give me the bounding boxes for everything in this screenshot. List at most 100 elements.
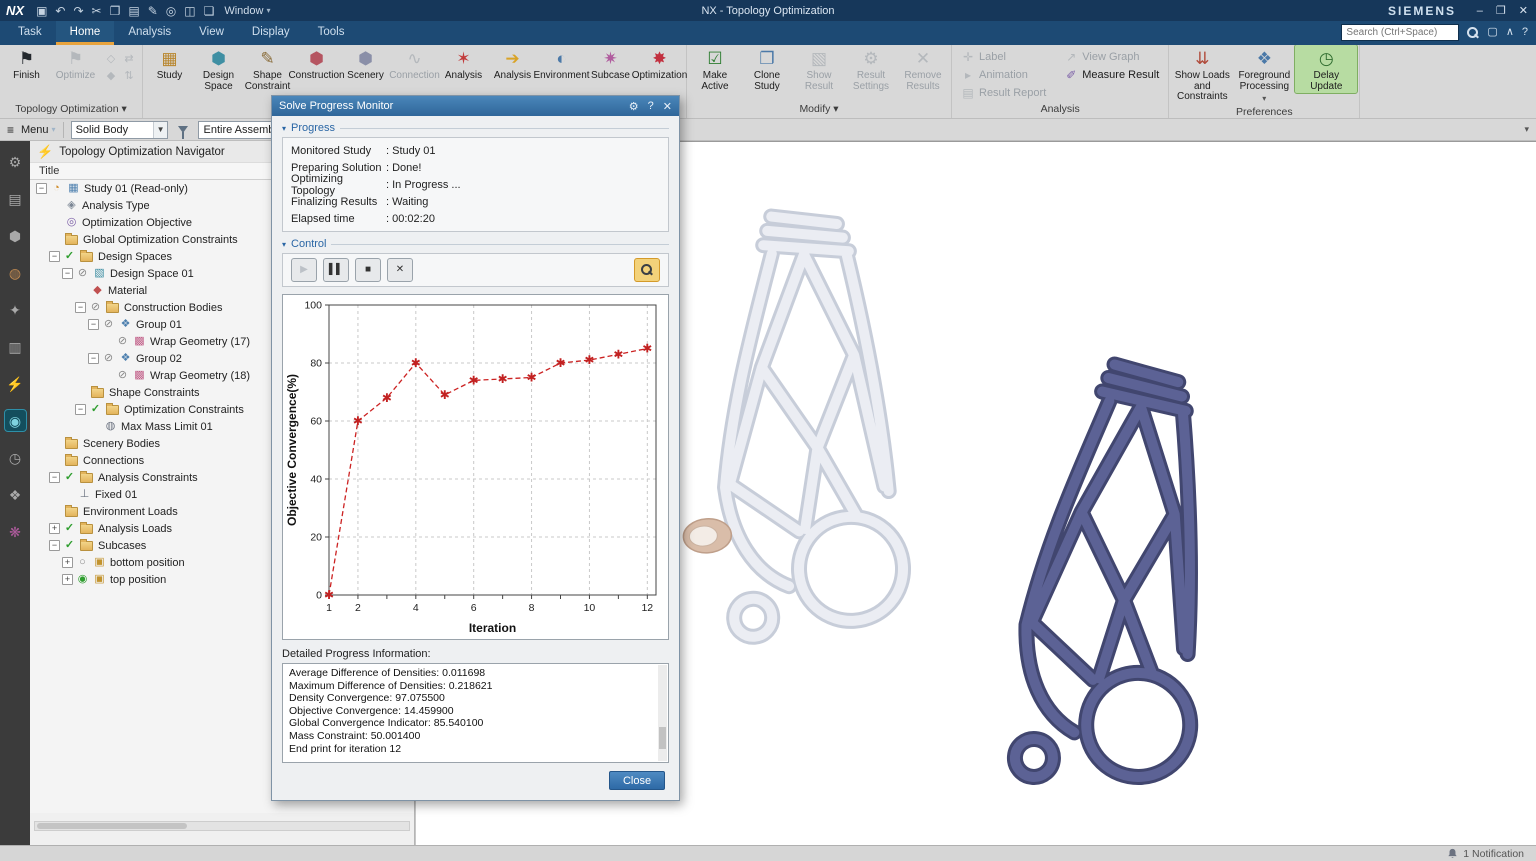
selection-filter-combo[interactable]: Solid Body ▼ <box>71 121 169 139</box>
eye-icon[interactable]: ⊘ <box>116 336 129 347</box>
minimize-button[interactable]: – <box>1477 5 1483 17</box>
notification-bell-icon[interactable] <box>1447 848 1458 859</box>
subcase-button[interactable]: ✷Subcase <box>586 45 635 83</box>
eye-icon[interactable]: ⊘ <box>116 370 129 381</box>
wand-icon[interactable]: ⚡ <box>5 373 26 394</box>
puzzle-icon[interactable]: ❖ <box>5 484 26 505</box>
dialog-close-icon[interactable]: ✕ <box>663 100 672 113</box>
format-painter-icon[interactable]: ✎ <box>148 5 158 17</box>
tab-view[interactable]: View <box>185 21 238 45</box>
eye-icon[interactable]: ⊘ <box>89 302 102 313</box>
design-space-button[interactable]: ⬢Design Space <box>194 45 243 93</box>
collapse-icon[interactable]: − <box>49 540 60 551</box>
pin-icon[interactable]: ✦ <box>5 299 26 320</box>
stop-button[interactable]: ■ <box>355 258 381 282</box>
cancel-button[interactable]: ✕ <box>387 258 413 282</box>
collapse-icon[interactable]: − <box>75 404 86 415</box>
collapse-icon[interactable]: − <box>36 183 47 194</box>
environment-button[interactable]: ◐Environment <box>537 45 586 83</box>
eye-icon[interactable]: ⊘ <box>102 353 115 364</box>
gear-icon[interactable]: ⚙ <box>5 151 26 172</box>
tab-display[interactable]: Display <box>238 21 304 45</box>
scrollbar-thumb[interactable] <box>37 823 187 829</box>
gem-icon[interactable]: ◇ <box>103 51 119 66</box>
expand-icon[interactable]: + <box>49 523 60 534</box>
microphone-icon[interactable]: ◎ <box>166 5 176 17</box>
foreground-processing-button[interactable]: ❖Foreground Processing▾ <box>1233 45 1295 106</box>
bell-icon[interactable]: ◍ <box>5 262 26 283</box>
swap-icon[interactable]: ⇅ <box>121 68 137 83</box>
cylinder-icon[interactable]: ⬢ <box>5 225 26 246</box>
ribbon-group-label[interactable]: Topology Optimization ▾ <box>2 103 140 118</box>
gem2-icon[interactable]: ◆ <box>103 68 119 83</box>
palette-icon[interactable]: ❋ <box>5 521 26 542</box>
paste-icon[interactable]: ▤ <box>128 5 139 17</box>
menu-button[interactable]: Menu ▾ <box>21 124 56 136</box>
redo-icon[interactable]: ↷ <box>73 5 83 17</box>
eye-icon[interactable]: ⊘ <box>102 319 115 330</box>
navigator-hscrollbar[interactable] <box>34 821 410 831</box>
dialog-title-bar[interactable]: Solve Progress Monitor ⚙?✕ <box>272 96 679 116</box>
clone-study-button[interactable]: ❐Clone Study <box>741 45 793 93</box>
eye-icon[interactable]: ⊘ <box>76 268 89 279</box>
progress-section-header[interactable]: ▾ Progress <box>282 122 669 134</box>
construction-button[interactable]: ⬢Construction <box>292 45 341 83</box>
close-button[interactable]: Close <box>609 771 665 790</box>
split-window-icon[interactable]: ◫ <box>184 5 195 17</box>
dialog-settings-icon[interactable]: ⚙ <box>629 100 639 113</box>
collapse-ribbon-icon[interactable]: ∧ <box>1506 27 1514 38</box>
dot-icon[interactable]: ◔ <box>50 183 63 194</box>
check-icon[interactable]: ✓ <box>63 523 76 534</box>
help-icon[interactable]: ? <box>1522 27 1528 38</box>
optimization-button[interactable]: ✸Optimization <box>635 45 684 83</box>
notification-text[interactable]: 1 Notification <box>1463 848 1524 860</box>
collapse-icon[interactable]: − <box>62 268 73 279</box>
collapse-icon[interactable]: − <box>88 319 99 330</box>
undo-icon[interactable]: ↶ <box>55 5 65 17</box>
collapse-icon[interactable]: − <box>49 472 60 483</box>
expand-icon[interactable]: + <box>62 557 73 568</box>
tab-tools[interactable]: Tools <box>304 21 359 45</box>
window-menu-button[interactable]: Window ▾ <box>224 5 270 17</box>
tab-task[interactable]: Task <box>4 21 56 45</box>
cut-icon[interactable]: ✂ <box>92 5 102 17</box>
layers-icon[interactable]: ▥ <box>5 336 26 357</box>
collapse-icon[interactable]: − <box>88 353 99 364</box>
finish-button[interactable]: ⚑Finish <box>2 45 51 83</box>
scrollbar-thumb[interactable] <box>659 727 666 749</box>
pause-button[interactable]: ▌▌ <box>323 258 349 282</box>
check-icon[interactable]: ✓ <box>63 472 76 483</box>
save-icon[interactable]: ▣ <box>36 5 47 17</box>
restore-button[interactable]: ❐ <box>1496 4 1506 17</box>
tab-home[interactable]: Home <box>56 21 115 45</box>
analysis-constraint-button[interactable]: ✶Analysis <box>439 45 488 83</box>
analysis-load-button[interactable]: ➔Analysis <box>488 45 537 83</box>
search-input[interactable] <box>1341 24 1459 41</box>
filter-icon[interactable] <box>178 126 188 133</box>
scenery-button[interactable]: ⬢Scenery <box>341 45 390 83</box>
tab-analysis[interactable]: Analysis <box>114 21 185 45</box>
expand-icon[interactable]: + <box>62 574 73 585</box>
study-button[interactable]: ▦Study <box>145 45 194 83</box>
collapse-icon[interactable]: − <box>49 251 60 262</box>
magnifier-button[interactable] <box>634 258 660 282</box>
ribbon-group-label[interactable]: Modify ▾ <box>689 103 949 118</box>
info-vscrollbar[interactable] <box>658 665 667 761</box>
history-icon[interactable]: ◷ <box>5 447 26 468</box>
check-icon[interactable]: ✓ <box>63 540 76 551</box>
copy-icon[interactable]: ❐ <box>110 5 121 17</box>
collapse-icon[interactable]: − <box>75 302 86 313</box>
radio-on-icon[interactable]: ◉ <box>76 574 89 585</box>
dialog-help-icon[interactable]: ? <box>648 100 654 113</box>
radio-off-icon[interactable]: ○ <box>76 557 89 568</box>
search-icon[interactable] <box>1467 27 1479 39</box>
control-section-header[interactable]: ▾ Control <box>282 238 669 250</box>
make-active-button[interactable]: ☑Make Active <box>689 45 741 93</box>
measure-result-button[interactable]: ✐Measure Result <box>1061 66 1162 84</box>
compare-icon[interactable]: ⇄ <box>121 51 137 66</box>
show-loads-constraints-button[interactable]: ⇊Show Loads and Constraints <box>1171 45 1233 104</box>
cascade-window-icon[interactable]: ❏ <box>204 5 215 17</box>
check-icon[interactable]: ✓ <box>63 251 76 262</box>
close-button[interactable]: ✕ <box>1519 4 1528 17</box>
display-icon[interactable]: ◉ <box>5 410 26 431</box>
